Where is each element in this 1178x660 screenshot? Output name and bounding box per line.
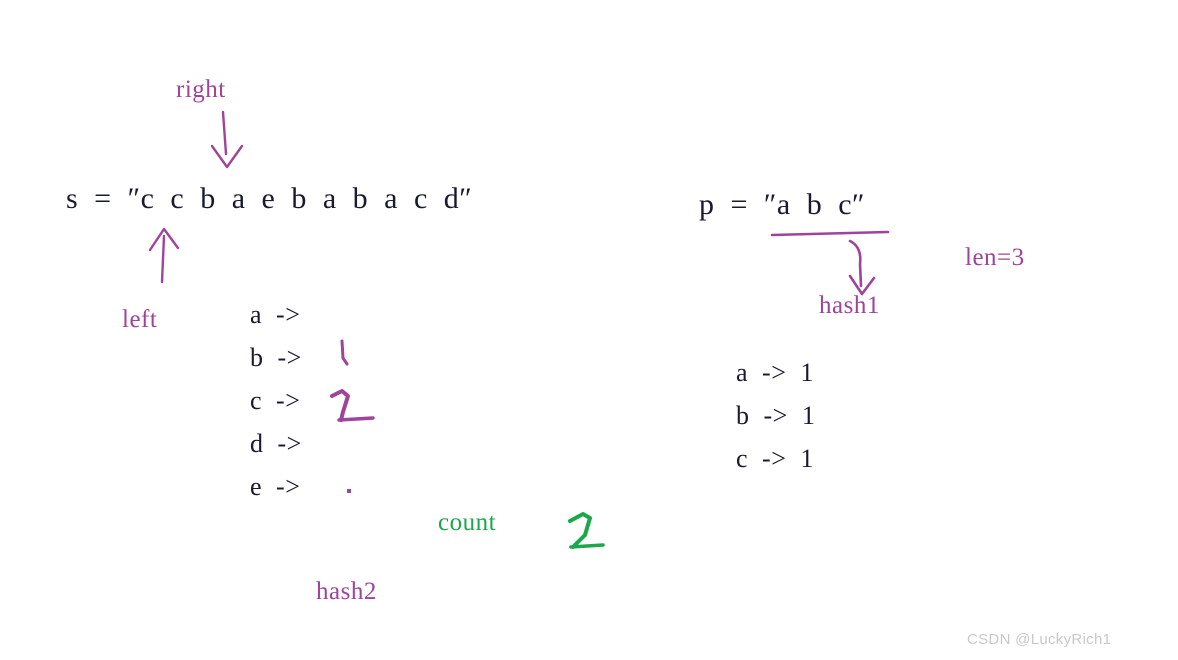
left-pointer-arrow-icon	[148, 227, 180, 284]
stray-ink-dot	[347, 489, 351, 493]
count-label: count	[438, 509, 497, 536]
count-handwritten-value	[568, 512, 605, 549]
hash1-arrow-icon	[848, 239, 876, 296]
hash2-row: d ->	[250, 429, 302, 458]
hash2-handwritten-value-b	[340, 339, 349, 366]
watermark-text: CSDN @LuckyRich1	[967, 631, 1112, 648]
hash2-label: hash2	[316, 578, 377, 605]
left-pointer-label: left	[122, 306, 158, 333]
string-p-line: p = ″a b c″	[699, 188, 866, 221]
hash2-handwritten-value-c	[330, 389, 375, 422]
hash1-row: b -> 1	[736, 401, 816, 430]
right-pointer-arrow-icon	[210, 110, 244, 169]
hash1-row: a -> 1	[736, 358, 814, 387]
pattern-length-label: len=3	[965, 244, 1025, 271]
hash1-row: c -> 1	[736, 444, 814, 473]
whiteboard-canvas: right s = ″c c b a e b a b a c d″ left a…	[0, 0, 1178, 660]
hash2-row: c ->	[250, 386, 301, 415]
right-pointer-label: right	[176, 76, 226, 103]
hash2-row: e ->	[250, 472, 301, 501]
pattern-underline	[770, 230, 890, 237]
hash2-row: b ->	[250, 343, 302, 372]
string-s-line: s = ″c c b a e b a b a c d″	[66, 182, 473, 215]
hash1-label: hash1	[819, 292, 880, 319]
hash2-row: a ->	[250, 300, 301, 329]
